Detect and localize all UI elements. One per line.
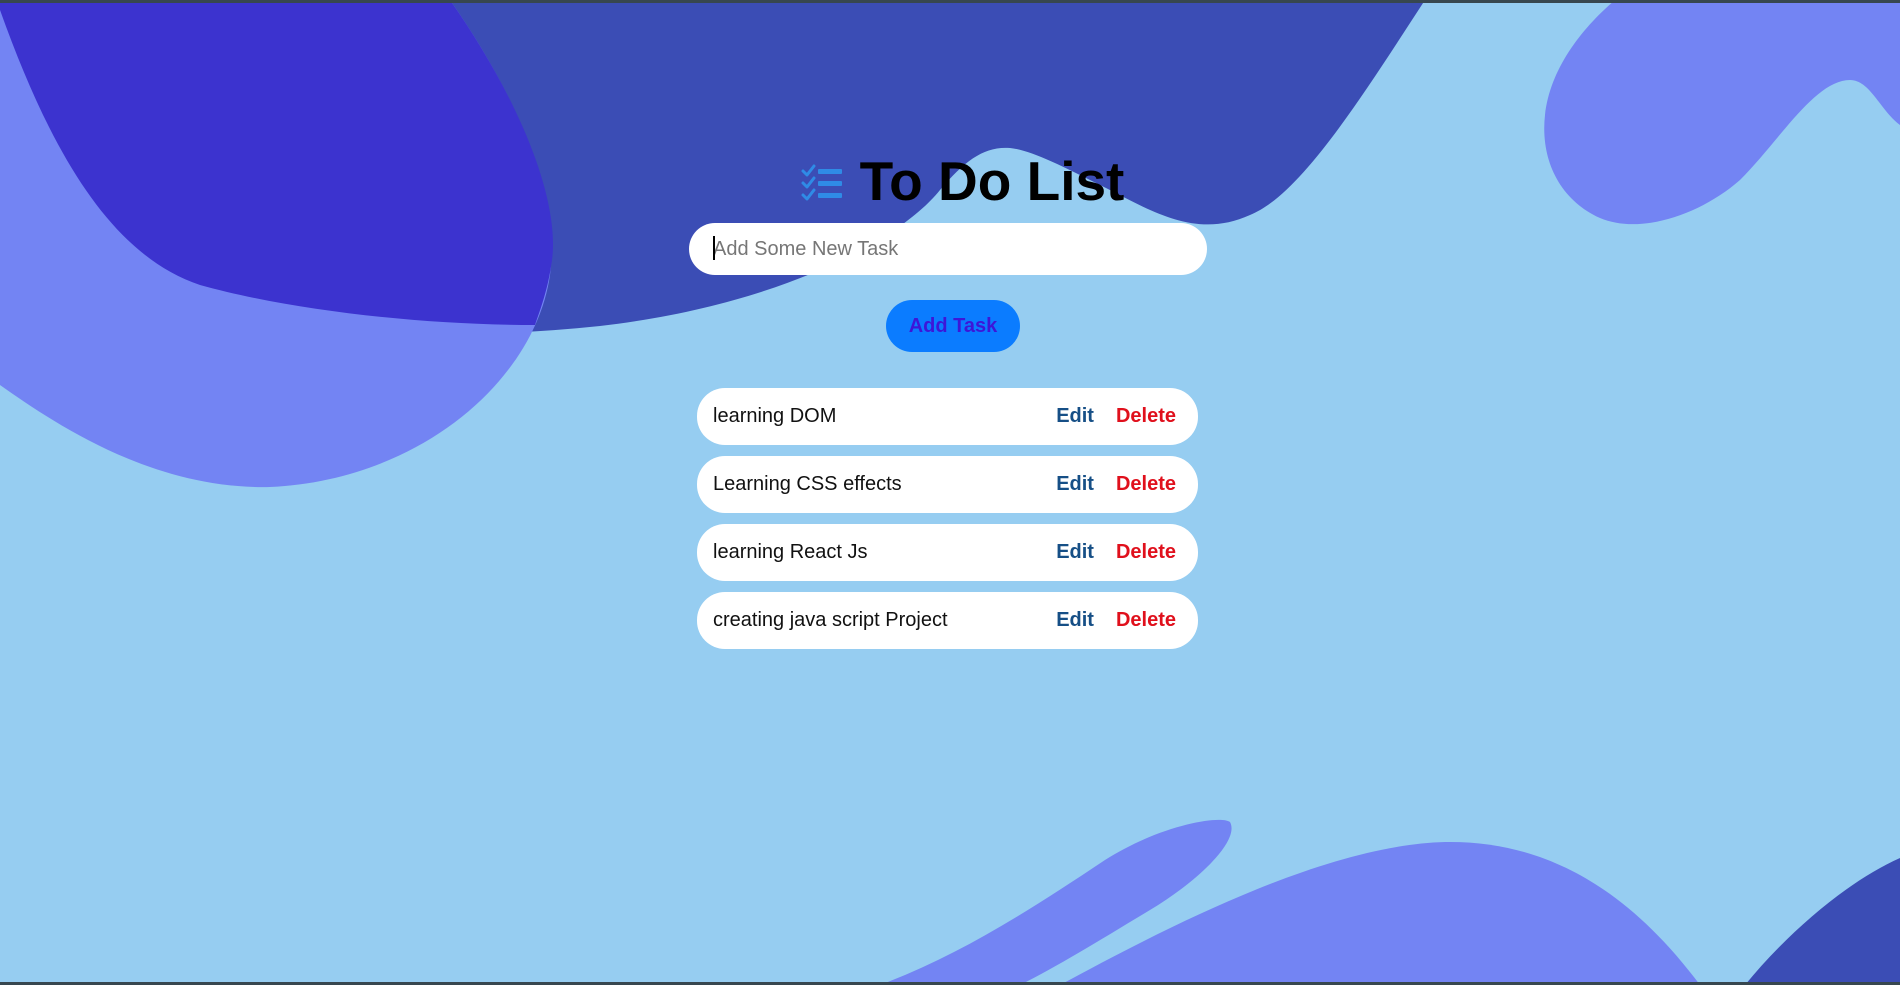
task-text: learning React Js xyxy=(713,541,868,563)
edit-button[interactable]: Edit xyxy=(1056,473,1094,496)
todo-app: To Do List Add Task learning DOM Edit De… xyxy=(0,0,1900,985)
delete-button[interactable]: Delete xyxy=(1116,609,1176,632)
text-caret xyxy=(713,236,715,260)
delete-button[interactable]: Delete xyxy=(1116,473,1176,496)
delete-button[interactable]: Delete xyxy=(1116,541,1176,564)
add-task-button[interactable]: Add Task xyxy=(886,300,1020,352)
task-item: learning DOM Edit Delete xyxy=(697,388,1198,445)
delete-button[interactable]: Delete xyxy=(1116,405,1176,428)
edit-button[interactable]: Edit xyxy=(1056,405,1094,428)
edit-button[interactable]: Edit xyxy=(1056,609,1094,632)
task-item: creating java script Project Edit Delete xyxy=(697,592,1198,649)
page-title: To Do List xyxy=(12,150,1900,212)
task-text: Learning CSS effects xyxy=(713,473,902,495)
task-text: learning DOM xyxy=(713,405,837,427)
checklist-icon xyxy=(801,164,842,201)
title-text: To Do List xyxy=(859,150,1125,212)
task-item: Learning CSS effects Edit Delete xyxy=(697,456,1198,513)
new-task-input[interactable] xyxy=(689,223,1207,275)
edit-button[interactable]: Edit xyxy=(1056,541,1094,564)
task-item: learning React Js Edit Delete xyxy=(697,524,1198,581)
task-list: learning DOM Edit Delete Learning CSS ef… xyxy=(697,388,1198,660)
task-text: creating java script Project xyxy=(713,609,948,631)
